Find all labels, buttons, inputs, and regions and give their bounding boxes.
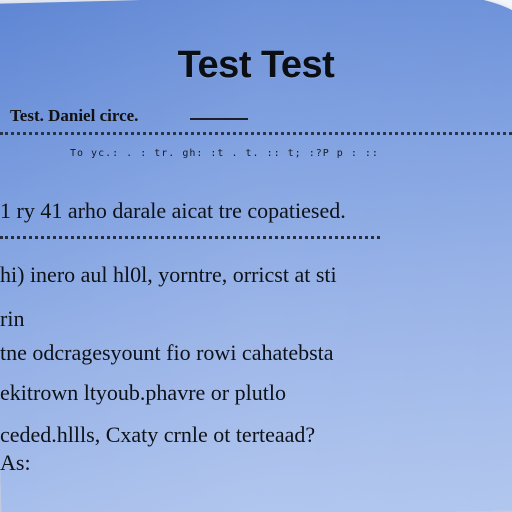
document-title: Test Test: [177, 44, 335, 86]
body-line: hi) inero aul hl0l, yorntre, orricst at …: [0, 262, 337, 287]
dotted-divider-2: [0, 236, 380, 239]
small-print: To yc.: . : tr. gh: :t . t. :: t; :?P p …: [70, 148, 379, 159]
body-line: 1 ry 41 arho darale aicat tre copatiesed…: [0, 198, 346, 223]
photo-frame: Test Test Test. Daniel circe. To yc.: . …: [0, 0, 512, 512]
body-line: ceded.hllls, Cxaty crnle ot terteaad?: [0, 422, 316, 447]
body-line: As:: [0, 450, 31, 475]
body-line: tne odcragesyount fio rowi cahatebsta: [0, 340, 334, 365]
subheading-underline: [190, 118, 248, 120]
body-line: ekitrown ltyoub.phavre or plutlo: [0, 380, 286, 405]
document-subheading: Test. Daniel circe.: [10, 106, 139, 125]
dotted-divider: [0, 132, 512, 135]
body-line: rin: [0, 306, 25, 331]
